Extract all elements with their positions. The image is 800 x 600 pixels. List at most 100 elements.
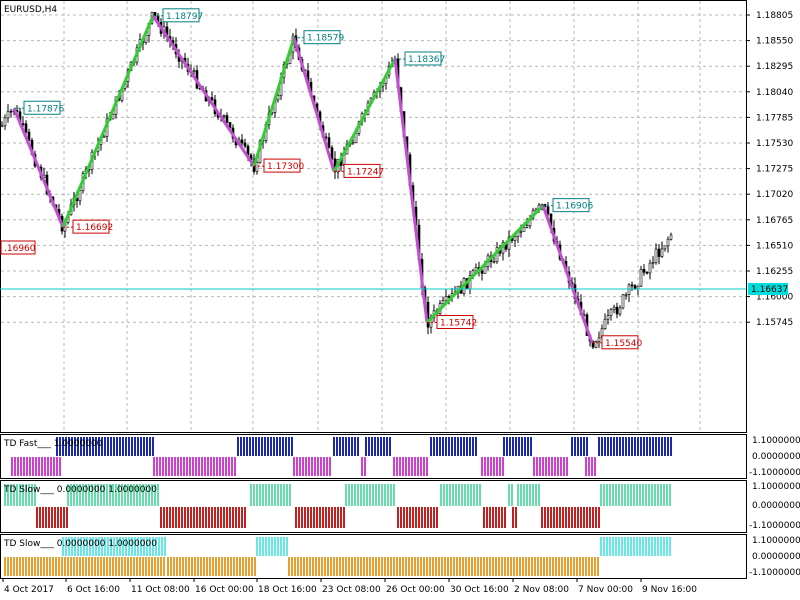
histogram-bar-down (417, 457, 419, 476)
histogram-bar-up (604, 437, 606, 456)
histogram-bar-down (492, 507, 494, 528)
candle-body (546, 206, 550, 215)
histogram-bar-up (384, 484, 386, 506)
histogram-bar-down (44, 457, 46, 476)
histogram-bar-down (477, 557, 479, 576)
histogram-bar-down (501, 507, 503, 528)
histogram-bar-down (317, 457, 319, 476)
histogram-bar-up (237, 437, 239, 456)
histogram-bar-down (154, 557, 156, 576)
histogram-bar-up (601, 437, 603, 456)
histogram-bar-up (273, 437, 275, 456)
histogram-bar-down (207, 457, 209, 476)
histogram-bar-down (296, 457, 298, 476)
histogram-bar-up (393, 484, 395, 506)
histogram-bar-up (606, 537, 608, 556)
td-slow-2-title: TD Slow___ 0.0000000 1.0000000 (3, 539, 157, 549)
histogram-bar-up (268, 484, 270, 506)
histogram-bar-up (256, 484, 258, 506)
histogram-bar-down (595, 507, 597, 528)
histogram-bar-down (560, 457, 562, 476)
histogram-bar-up (430, 437, 432, 456)
histogram-bar-down (588, 557, 590, 576)
histogram-bar-down (561, 557, 563, 576)
histogram-bar-down (153, 457, 155, 476)
td-slow-2-scale-zero: 0.0000000 (752, 552, 800, 562)
time-label: 16 Oct 00:00 (195, 585, 254, 595)
histogram-bar-down (414, 557, 416, 576)
histogram-bar-down (540, 557, 542, 576)
histogram-bar-up (265, 484, 267, 506)
price-label: 1.17275 (756, 165, 793, 175)
candle-body (3, 117, 7, 127)
histogram-bar-down (387, 557, 389, 576)
histogram-bar-down (433, 507, 435, 528)
histogram-bar-down (316, 507, 318, 528)
histogram-bar-down (594, 457, 596, 476)
histogram-bar-down (545, 457, 547, 476)
histogram-bar-down (202, 507, 204, 528)
histogram-bar-down (106, 557, 108, 576)
histogram-bar-up (256, 537, 258, 556)
histogram-bar-down (515, 507, 517, 528)
histogram-bar-up (345, 484, 347, 506)
histogram-bar-down (35, 457, 37, 476)
candle-body (639, 268, 643, 287)
histogram-bar-up (652, 437, 654, 456)
histogram-bar-down (550, 507, 552, 528)
histogram-bar-up (268, 537, 270, 556)
histogram-bar-down (55, 557, 57, 576)
candle-body (525, 225, 529, 228)
histogram-bar-down (592, 507, 594, 528)
histogram-bar-up (262, 484, 264, 506)
histogram-bar-down (432, 557, 434, 576)
histogram-bar-down (323, 457, 325, 476)
candle-body (327, 137, 331, 149)
trading-chart[interactable]: 1.17876 1.16692 1.18797 1.17300 1.18579 1.172… (0, 0, 800, 600)
time-axis: 4 Oct 2017 6 Oct 16:00 11 Oct 08:00 16 Oct … (2, 578, 697, 595)
histogram-bar-up (530, 437, 532, 456)
histogram-bar-down (319, 507, 321, 528)
histogram-bar-down (239, 557, 241, 576)
histogram-bar-up (476, 484, 478, 506)
histogram-bar-up (615, 484, 617, 506)
histogram-bar-down (293, 457, 295, 476)
histogram-bar-down (312, 557, 314, 576)
histogram-bar-down (174, 457, 176, 476)
histogram-bar-down (411, 557, 413, 576)
histogram-bar-down (178, 507, 180, 528)
histogram-bar-down (585, 457, 587, 476)
candle-body (192, 70, 196, 72)
histogram-bar-up (616, 437, 618, 456)
candle-body (444, 296, 448, 301)
histogram-bar-up (606, 484, 608, 506)
histogram-bar-up (640, 437, 642, 456)
histogram-bar-down (97, 557, 99, 576)
histogram-bar-up (270, 437, 272, 456)
histogram-bar-up (627, 484, 629, 506)
histogram-bar-up (360, 484, 362, 506)
histogram-bar-down (354, 557, 356, 576)
histogram-bar-up (574, 437, 576, 456)
td-fast-scale-zero: 0.0000000 (752, 452, 800, 462)
histogram-bar-up (164, 537, 166, 556)
histogram-bar-down (327, 557, 329, 576)
histogram-bar-up (252, 437, 254, 456)
histogram-bar-down (181, 507, 183, 528)
histogram-bar-down (190, 507, 192, 528)
histogram-bar-down (28, 557, 30, 576)
td-slow-1-scale-low: -1.1000000 (749, 521, 800, 531)
histogram-bar-down (396, 457, 398, 476)
candle-body (6, 110, 10, 119)
histogram-bar-up (259, 484, 261, 506)
histogram-bar-down (564, 557, 566, 576)
histogram-bar-down (171, 457, 173, 476)
histogram-bar-up (646, 437, 648, 456)
histogram-bar-up (113, 437, 115, 456)
histogram-bar-down (420, 457, 422, 476)
histogram-bar-up (663, 537, 665, 556)
histogram-bar-up (645, 484, 647, 506)
histogram-bar-down (53, 457, 55, 476)
histogram-bar-up (255, 437, 257, 456)
histogram-bar-down (176, 557, 178, 576)
